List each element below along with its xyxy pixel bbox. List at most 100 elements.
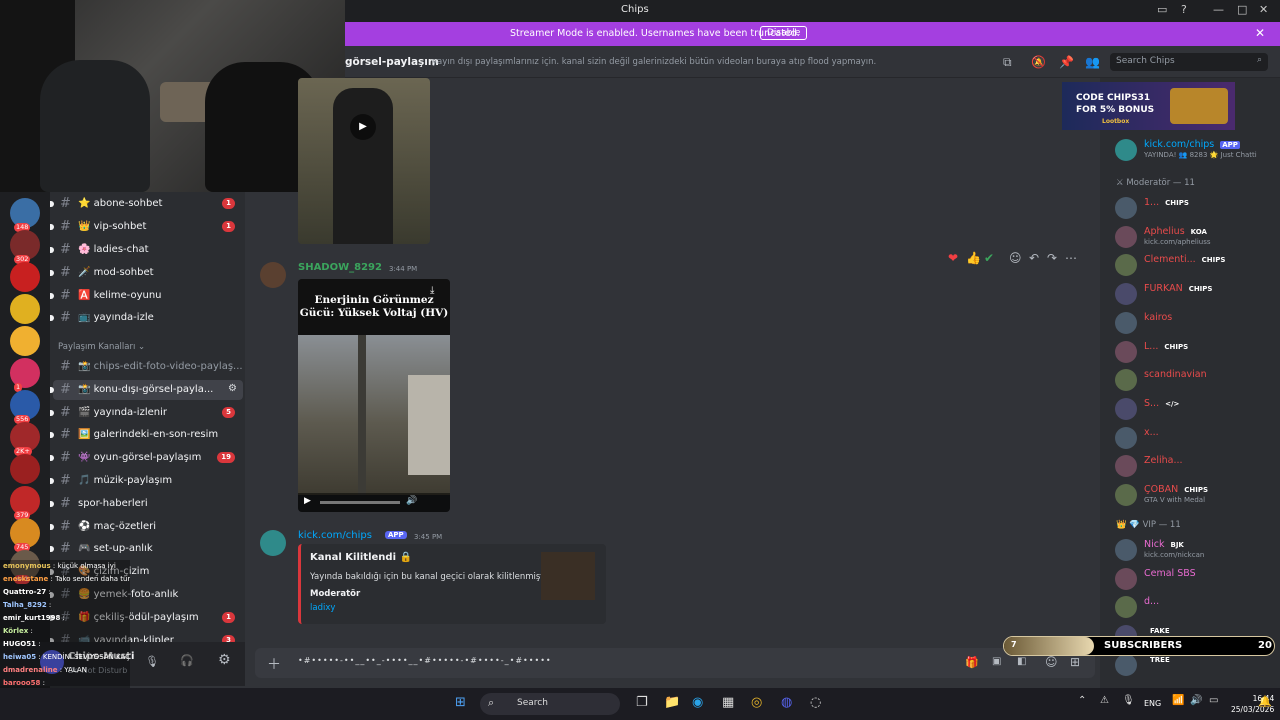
settings-gear-icon[interactable]: ⚙ bbox=[218, 652, 231, 668]
tray-icon[interactable]: ⚠ bbox=[1100, 695, 1109, 706]
close-window-button[interactable]: ✕ bbox=[1259, 3, 1268, 16]
language-indicator[interactable]: ENG bbox=[1144, 699, 1161, 708]
inbox-icon[interactable]: ▭ bbox=[1157, 3, 1167, 16]
channel-item[interactable]: # 🌸 ladies-chat bbox=[50, 240, 243, 260]
member-list-icon[interactable]: 👥 bbox=[1085, 55, 1100, 69]
channel-item[interactable]: # 👑 vip-sohbet 1 bbox=[50, 217, 243, 237]
headphones-icon[interactable]: 🎧 bbox=[180, 654, 194, 667]
member-item[interactable]: 1... CHIPS bbox=[1112, 194, 1276, 220]
channel-item[interactable]: # 🎬 yayında-izlenir 5 bbox=[50, 403, 243, 423]
start-menu-icon[interactable]: ⊞ bbox=[455, 695, 466, 710]
member-item[interactable]: FURKAN CHIPS bbox=[1112, 280, 1276, 306]
download-icon[interactable]: ⤓ bbox=[430, 285, 434, 296]
battery-icon[interactable]: ▭ bbox=[1209, 695, 1218, 706]
notification-bell-icon[interactable]: 🔔 bbox=[1258, 695, 1272, 708]
minimize-button[interactable]: — bbox=[1213, 3, 1224, 16]
server-icon[interactable]: 2K+ bbox=[10, 422, 40, 456]
channel-item[interactable]: # 🎵 müzik-paylaşım bbox=[50, 471, 243, 491]
maximize-button[interactable]: □ bbox=[1237, 3, 1247, 16]
member-item[interactable]: ÇOBAN CHIPS GTA V with Medal bbox=[1112, 481, 1276, 507]
member-item[interactable]: kairos bbox=[1112, 309, 1276, 335]
channel-item[interactable]: # 👾 oyun-görsel-paylaşım 19 bbox=[50, 448, 243, 468]
video-controls[interactable]: ▶ 🔊 bbox=[298, 493, 450, 512]
microphone-icon[interactable]: 🎙 bbox=[145, 655, 159, 668]
server-icon[interactable]: 1 bbox=[10, 358, 40, 392]
channel-item[interactable]: # 🗡️ mod-sohbet bbox=[50, 263, 243, 283]
channel-item[interactable]: # ⭐ abone-sohbet 1 bbox=[50, 194, 243, 214]
volume-icon[interactable]: 🔊 bbox=[1190, 695, 1202, 706]
video-attachment-1[interactable]: ▶ bbox=[298, 78, 430, 244]
channel-item[interactable]: # spor-haberleri bbox=[50, 494, 243, 514]
thumbs-up-reaction-icon[interactable]: 👍 bbox=[966, 251, 981, 265]
forward-icon[interactable]: ↷ bbox=[1047, 251, 1057, 265]
message-author[interactable]: SHADOW_8292 bbox=[298, 262, 382, 273]
message-composer[interactable]: ＋ •#•••••-••__••_-••••__•#•••••-•#••••-_… bbox=[255, 648, 1095, 678]
member-item[interactable]: S... </> bbox=[1112, 395, 1276, 421]
channel-item[interactable]: # 🅰️ kelime-oyunu bbox=[50, 286, 243, 306]
member-item[interactable]: Nick BJK kick.com/nickcan bbox=[1112, 536, 1276, 562]
server-icon[interactable] bbox=[10, 262, 40, 292]
help-icon[interactable]: ? bbox=[1181, 3, 1187, 16]
channel-topic[interactable]: yayın dışı paylaşımlarınız için. kanal s… bbox=[432, 57, 876, 67]
file-explorer-icon[interactable]: 📁 bbox=[664, 695, 680, 710]
reply-icon[interactable]: ↶ bbox=[1029, 251, 1039, 265]
channel-item[interactable]: # 📸 chips-edit-foto-video-paylaş... bbox=[53, 357, 243, 377]
mute-bell-icon[interactable]: 🔕 bbox=[1031, 55, 1046, 69]
emoji-icon[interactable]: ☺ bbox=[1045, 655, 1058, 669]
threads-icon[interactable]: ⧉ bbox=[1003, 55, 1012, 70]
edge-icon[interactable]: ◉ bbox=[692, 695, 703, 710]
member-item[interactable]: x... bbox=[1112, 424, 1276, 450]
store-icon[interactable]: ▦ bbox=[722, 695, 734, 710]
microphone-icon[interactable]: 🎙 bbox=[1122, 695, 1135, 706]
search-input[interactable]: Search Chips ⌕ bbox=[1110, 53, 1268, 71]
apps-icon[interactable]: ⊞ bbox=[1070, 655, 1080, 669]
chrome-icon[interactable]: ◎ bbox=[751, 695, 762, 710]
server-icon[interactable]: 556 bbox=[10, 390, 40, 424]
message-input-text[interactable]: •#•••••-••__••_-••••__•#•••••-•#••••-_•#… bbox=[298, 656, 552, 665]
avatar[interactable] bbox=[260, 530, 286, 556]
member-item[interactable]: Aphelius KOA kick.com/apheliuss bbox=[1112, 223, 1276, 249]
channel-item[interactable]: # 📸 konu-dışı-görsel-payla... ⚙ bbox=[50, 379, 243, 400]
wifi-icon[interactable]: 📶 bbox=[1172, 695, 1184, 706]
gift-icon[interactable]: 🎁 bbox=[965, 656, 979, 669]
channel-settings-icon[interactable]: ⚙ bbox=[228, 383, 237, 394]
discord-icon[interactable]: ◍ bbox=[781, 695, 792, 710]
play-icon[interactable]: ▶ bbox=[304, 496, 311, 506]
member-item[interactable]: d... bbox=[1112, 593, 1276, 619]
sticker-icon[interactable]: ◧ bbox=[1017, 656, 1026, 667]
member-item[interactable]: Cemal SBS bbox=[1112, 565, 1276, 591]
server-icon[interactable]: 745 bbox=[10, 518, 40, 552]
more-options-icon[interactable]: ⋯ bbox=[1065, 251, 1077, 265]
taskbar-search[interactable]: ⌕ Search bbox=[480, 693, 620, 715]
tray-chevron-icon[interactable]: ⌃ bbox=[1078, 695, 1086, 706]
heart-reaction-icon[interactable]: ❤ bbox=[948, 251, 958, 265]
add-attachment-icon[interactable]: ＋ bbox=[267, 654, 281, 674]
embed-field-value[interactable]: ladixy bbox=[310, 603, 335, 613]
member-item[interactable]: Clementi... CHIPS bbox=[1112, 251, 1276, 277]
channel-item[interactable]: # 📺 yayında-izle bbox=[50, 308, 243, 328]
channel-item[interactable]: # 🎮 set-up-anlık bbox=[50, 539, 243, 559]
member-app[interactable]: kick.com/chips APP YAYINDA! 👥 8283 🌟 Just… bbox=[1112, 136, 1276, 162]
channel-item[interactable]: # 🖼️ galerindeki-en-son-resim bbox=[50, 425, 243, 445]
close-banner-icon[interactable]: ✕ bbox=[1255, 26, 1265, 40]
pin-icon[interactable]: 📌 bbox=[1059, 55, 1074, 69]
server-icon[interactable]: 379 bbox=[10, 486, 40, 520]
avatar[interactable] bbox=[260, 262, 286, 288]
obs-icon[interactable]: ◌ bbox=[810, 695, 821, 710]
member-item[interactable]: Zeliha... bbox=[1112, 452, 1276, 478]
volume-icon[interactable]: 🔊 bbox=[406, 496, 417, 506]
server-icon[interactable]: 302 bbox=[10, 230, 40, 264]
play-icon[interactable]: ▶ bbox=[350, 114, 376, 140]
server-icon[interactable] bbox=[10, 326, 40, 356]
gif-icon[interactable]: ▣ bbox=[992, 656, 1001, 667]
member-item[interactable]: scandinavian bbox=[1112, 366, 1276, 392]
task-view-icon[interactable]: ❐ bbox=[636, 695, 648, 710]
check-reaction-icon[interactable]: ✔ bbox=[984, 251, 994, 265]
category-header[interactable]: Paylaşım Kanalları ⌄ bbox=[58, 342, 145, 352]
video-attachment-2[interactable]: Enerjinin Görünmez Gücü: Yüksek Voltaj (… bbox=[298, 279, 450, 512]
member-item[interactable]: L... CHIPS bbox=[1112, 338, 1276, 364]
channel-item[interactable]: # ⚽ maç-özetleri bbox=[50, 517, 243, 537]
add-reaction-icon[interactable]: ☺ bbox=[1009, 251, 1022, 265]
video-progress[interactable] bbox=[320, 501, 400, 504]
server-icon[interactable]: 148 bbox=[10, 198, 40, 232]
